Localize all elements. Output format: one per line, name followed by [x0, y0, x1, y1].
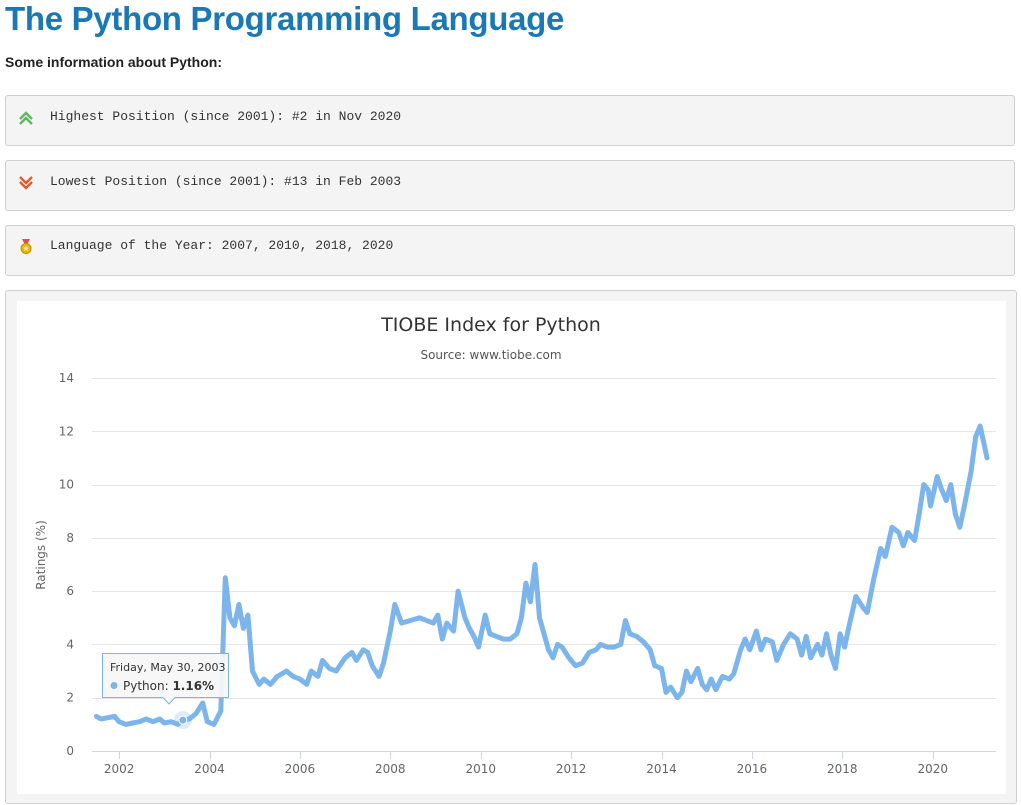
chart-panel: TIOBE Index for Python Source: www.tiobe…	[5, 290, 1017, 804]
tooltip-value: 1.16%	[172, 679, 214, 693]
language-of-year-text: Language of the Year: 2007, 2010, 2018, …	[50, 238, 394, 253]
y-tick-labels: 0 2 4 6 8 10 12 14	[59, 371, 74, 758]
page-title: The Python Programming Language	[5, 0, 565, 37]
language-of-year-box: Language of the Year: 2007, 2010, 2018, …	[5, 225, 1015, 276]
tooltip-value-line: Python: 1.16%	[123, 679, 214, 693]
x-tick-label: 2014	[646, 762, 677, 776]
chart-canvas: TIOBE Index for Python Source: www.tiobe…	[17, 301, 1006, 794]
chart-title: TIOBE Index for Python	[380, 314, 601, 336]
x-tick-label: 2004	[194, 762, 225, 776]
highest-position-text: Highest Position (since 2001): #2 in Nov…	[50, 109, 402, 124]
double-chevron-up-icon	[19, 111, 33, 125]
y-tick-label: 6	[66, 584, 74, 598]
tooltip: Friday, May 30, 2003 Python: 1.16%	[102, 653, 229, 705]
series-line-python[interactable]	[94, 423, 990, 727]
y-tick-label: 0	[66, 744, 74, 758]
y-tick-label: 2	[66, 691, 74, 705]
y-tick-label: 14	[59, 371, 74, 385]
tooltip-date: Friday, May 30, 2003	[110, 661, 226, 674]
page-subtitle: Some information about Python:	[5, 54, 222, 70]
x-tick-label: 2010	[465, 762, 496, 776]
tooltip-series-marker	[110, 682, 118, 689]
lowest-position-box: Lowest Position (since 2001): #13 in Feb…	[5, 160, 1015, 211]
x-tick-labels: 2002 2004 2006 2008 2010 2012 2014 2016 2018 2020	[104, 751, 948, 776]
x-tick-label: 2018	[827, 762, 858, 776]
y-tick-label: 10	[59, 478, 74, 492]
x-tick-label: 2012	[556, 762, 587, 776]
x-tick-label: 2006	[285, 762, 316, 776]
x-tick-label: 2016	[737, 762, 768, 776]
tooltip-series-label: Python:	[123, 679, 172, 693]
lowest-position-text: Lowest Position (since 2001): #13 in Feb…	[50, 174, 402, 189]
y-tick-label: 8	[66, 531, 74, 545]
x-tick-label: 2008	[375, 762, 406, 776]
y-tick-label: 12	[59, 424, 74, 438]
series-group	[94, 423, 990, 730]
y-tick-label: 4	[66, 637, 74, 651]
y-axis-title: Ratings (%)	[34, 520, 48, 590]
medal-icon	[20, 239, 32, 254]
hover-point[interactable]	[178, 715, 188, 725]
tiobe-chart[interactable]: TIOBE Index for Python Source: www.tiobe…	[17, 301, 1006, 794]
chart-subtitle: Source: www.tiobe.com	[420, 348, 561, 362]
highest-position-box: Highest Position (since 2001): #2 in Nov…	[5, 95, 1015, 146]
x-tick-label: 2002	[104, 762, 135, 776]
x-tick-label: 2020	[917, 762, 948, 776]
double-chevron-down-icon	[19, 176, 33, 190]
